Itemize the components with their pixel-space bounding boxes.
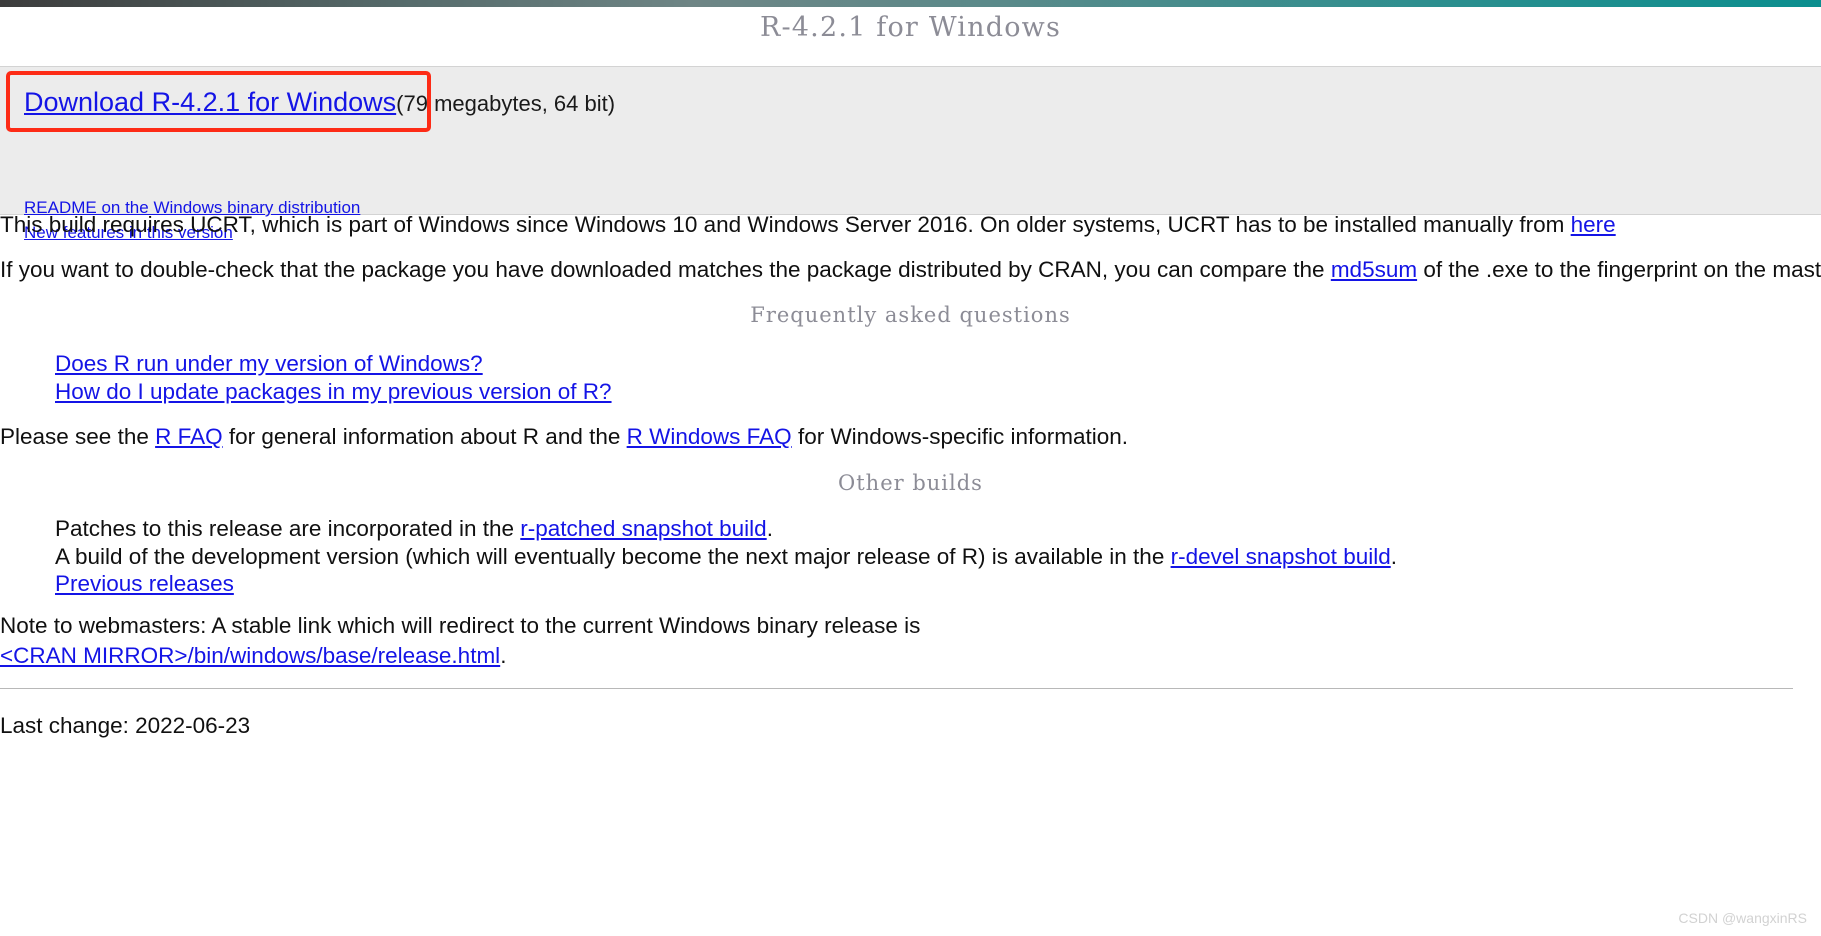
faq-section-heading: Frequently asked questions	[750, 303, 1071, 327]
faq-bullet-list: Does R run under my version of Windows? …	[0, 350, 1821, 405]
faq-link-windows-version[interactable]: Does R run under my version of Windows?	[55, 351, 483, 376]
previous-releases-link[interactable]: Previous releases	[55, 571, 234, 596]
r-devel-snapshot-link[interactable]: r-devel snapshot build	[1171, 544, 1391, 569]
r-patched-snapshot-link[interactable]: r-patched snapshot build	[520, 516, 766, 541]
devel-text-after: .	[1390, 543, 1397, 569]
patched-text-after: .	[766, 516, 773, 541]
ucrt-text: This build requires UCRT, which is part …	[0, 212, 1571, 237]
r-faq-link[interactable]: R FAQ	[155, 424, 223, 449]
list-item: Patches to this release are incorporated…	[55, 515, 1821, 543]
faq-text-3: for Windows-specific information.	[791, 424, 1129, 449]
download-panel: Download R-4.2.1 for Windows(79 megabyte…	[0, 66, 1821, 242]
list-item: Previous releases	[55, 570, 1821, 598]
webmaster-note-line1: Note to webmasters: A stable link which …	[0, 613, 921, 638]
please-see-faq-paragraph: Please see the R FAQ for general informa…	[0, 424, 1821, 450]
other-builds-heading: Other builds	[838, 471, 983, 495]
other-builds-bullet-list: Patches to this release are incorporated…	[0, 515, 1821, 598]
webmaster-note-line2: <CRAN MIRROR>/bin/windows/base/release.h…	[0, 643, 1821, 669]
last-change-label: Last change: 2022-06-23	[0, 713, 251, 738]
faq-text-1: Please see the	[0, 424, 156, 449]
cran-mirror-release-link[interactable]: <CRAN MIRROR>/bin/windows/base/release.h…	[0, 643, 500, 668]
list-item: How do I update packages in my previous …	[55, 378, 1821, 406]
top-accent-bar	[0, 0, 1821, 7]
webmaster-period: .	[500, 643, 507, 668]
download-size-label: (79 megabytes, 64 bit)	[396, 91, 616, 116]
md5sum-link[interactable]: md5sum	[1331, 257, 1417, 282]
list-item: Does R run under my version of Windows?	[55, 350, 1821, 378]
page-title: R-4.2.1 for Windows	[759, 12, 1062, 43]
watermark: CSDN @wangxinRS	[1678, 910, 1807, 926]
ucrt-paragraph: This build requires UCRT, which is part …	[0, 212, 1821, 238]
download-link[interactable]: Download R-4.2.1 for Windows	[24, 87, 396, 117]
devel-text-before: A build of the development version (whic…	[55, 543, 1171, 569]
faq-text-2: for general information about R and the	[222, 424, 627, 449]
faq-link-update-packages[interactable]: How do I update packages in my previous …	[55, 379, 612, 404]
md5-text-before: If you want to double-check that the pac…	[0, 257, 1331, 282]
r-windows-faq-link[interactable]: R Windows FAQ	[627, 424, 792, 449]
ucrt-here-link[interactable]: here	[1571, 212, 1616, 237]
download-line: Download R-4.2.1 for Windows(79 megabyte…	[24, 86, 615, 120]
patched-text-before: Patches to this release are incorporated…	[55, 516, 521, 541]
md5-text-after: of the .exe to the fingerprint on the ma…	[1423, 257, 1821, 282]
list-item: A build of the development version (whic…	[55, 543, 1821, 571]
md5sum-paragraph: If you want to double-check that the pac…	[0, 257, 1821, 283]
footer-divider	[0, 688, 1793, 689]
